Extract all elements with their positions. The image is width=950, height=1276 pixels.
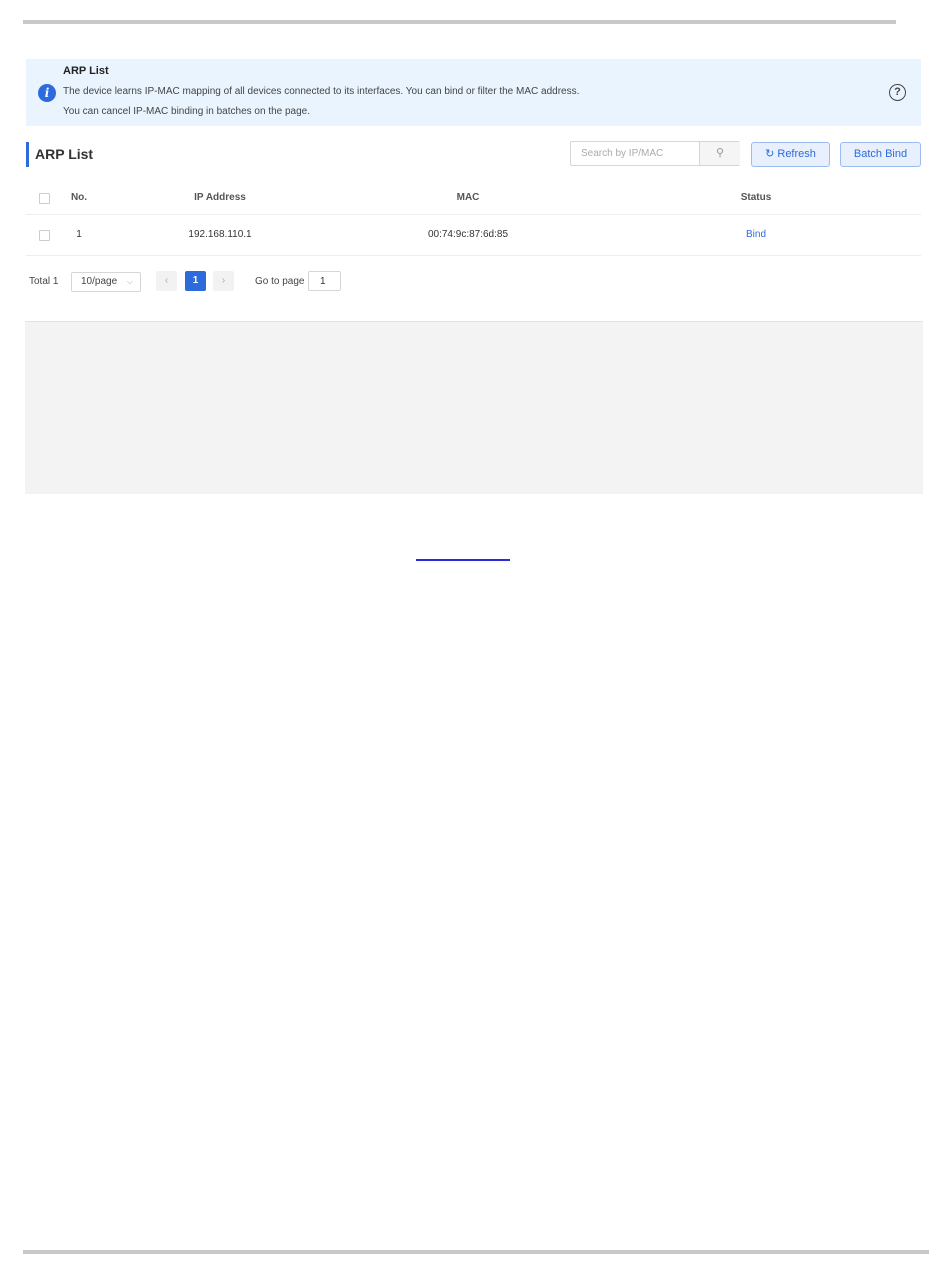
top-divider [23, 20, 896, 24]
section-title: ARP List [35, 146, 94, 162]
table-header: No. IP Address MAC Status [26, 182, 921, 215]
goto-page-input[interactable] [308, 271, 341, 291]
bind-link[interactable]: Bind [716, 215, 796, 255]
info-banner: i ARP List The device learns IP-MAC mapp… [26, 59, 921, 126]
next-page-button[interactable]: › [213, 271, 234, 291]
search-icon[interactable]: ⚲ [699, 142, 740, 165]
header-ip-address: IP Address [194, 192, 246, 203]
row-checkbox[interactable] [39, 230, 50, 241]
section-accent-bar [26, 142, 29, 167]
link-underline [416, 559, 510, 561]
header-no: No. [70, 192, 88, 203]
row-no: 1 [76, 229, 82, 240]
banner-description: The device learns IP-MAC mapping of all … [63, 86, 580, 97]
header-mac: MAC [456, 192, 480, 203]
total-count: Total 1 [29, 276, 59, 287]
page-size-select[interactable]: 10/page ⌵ [71, 272, 141, 292]
header-status: Status [740, 192, 772, 203]
banner-title: ARP List [63, 65, 109, 77]
batch-bind-button[interactable]: Batch Bind [840, 142, 921, 167]
empty-panel [25, 321, 923, 494]
arp-table: No. IP Address MAC Status 1 192.168.110.… [26, 182, 921, 256]
page-1-button[interactable]: 1 [185, 271, 206, 291]
row-mac: 00:74:9c:87:6d:85 [427, 229, 509, 240]
info-icon: i [38, 84, 56, 102]
refresh-button[interactable]: ↻ Refresh [751, 142, 830, 167]
goto-page-label: Go to page [255, 276, 305, 287]
bottom-divider [23, 1250, 929, 1254]
search-input[interactable] [571, 142, 699, 165]
banner-description-2: You can cancel IP-MAC binding in batches… [63, 106, 311, 117]
search-box: ⚲ [570, 141, 740, 166]
page-size-value: 10/page [81, 276, 118, 287]
refresh-label: Refresh [777, 148, 816, 160]
prev-page-button[interactable]: ‹ [156, 271, 177, 291]
chevron-down-icon: ⌵ [126, 277, 133, 286]
select-all-checkbox[interactable] [39, 193, 50, 204]
table-row: 1 192.168.110.1 00:74:9c:87:6d:85 Bind [26, 215, 921, 256]
refresh-icon: ↻ [765, 148, 775, 160]
row-ip-address: 192.168.110.1 [188, 229, 252, 240]
help-icon[interactable]: ? [889, 84, 906, 101]
